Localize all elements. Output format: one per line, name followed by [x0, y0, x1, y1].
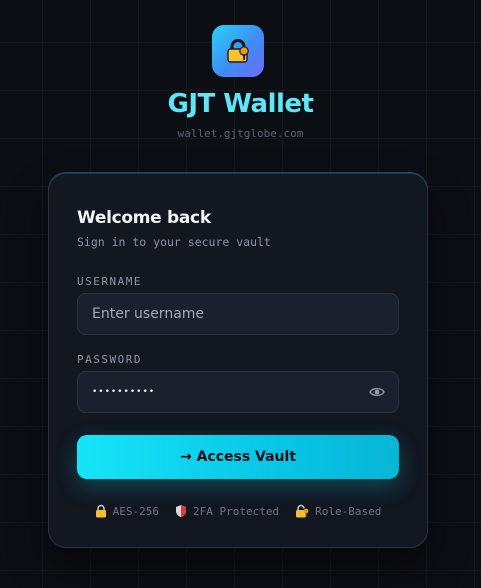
login-page: GJT Wallet wallet.gjtglobe.com Welcome b…	[0, 0, 481, 588]
badge-label: Role-Based	[315, 504, 382, 518]
login-subheading: Sign in to your secure vault	[77, 235, 271, 249]
lock-icon	[95, 504, 106, 518]
badge-label: 2FA Protected	[193, 504, 280, 518]
access-vault-button[interactable]: → Access Vault	[77, 435, 399, 479]
username-input[interactable]	[77, 293, 399, 335]
login-heading: Welcome back	[77, 208, 211, 228]
badge-role: Role-Based	[295, 504, 381, 518]
app-logo	[212, 25, 264, 77]
security-badges: AES-256 2FA Protected Role-Based	[49, 504, 427, 518]
lock-key-icon	[227, 39, 249, 63]
app-title: GJT Wallet	[167, 89, 315, 119]
app-domain: wallet.gjtglobe.com	[177, 127, 304, 140]
shield-icon	[176, 505, 187, 518]
login-card: Welcome back Sign in to your secure vaul…	[48, 173, 428, 548]
eye-icon[interactable]	[369, 386, 385, 398]
username-label: USERNAME	[77, 275, 142, 288]
badge-aes: AES-256	[95, 504, 159, 518]
lock-key-icon	[296, 504, 309, 518]
password-input[interactable]	[77, 371, 399, 413]
badge-label: AES-256	[112, 504, 160, 518]
badge-2fa: 2FA Protected	[175, 504, 279, 518]
password-label: PASSWORD	[77, 353, 142, 366]
